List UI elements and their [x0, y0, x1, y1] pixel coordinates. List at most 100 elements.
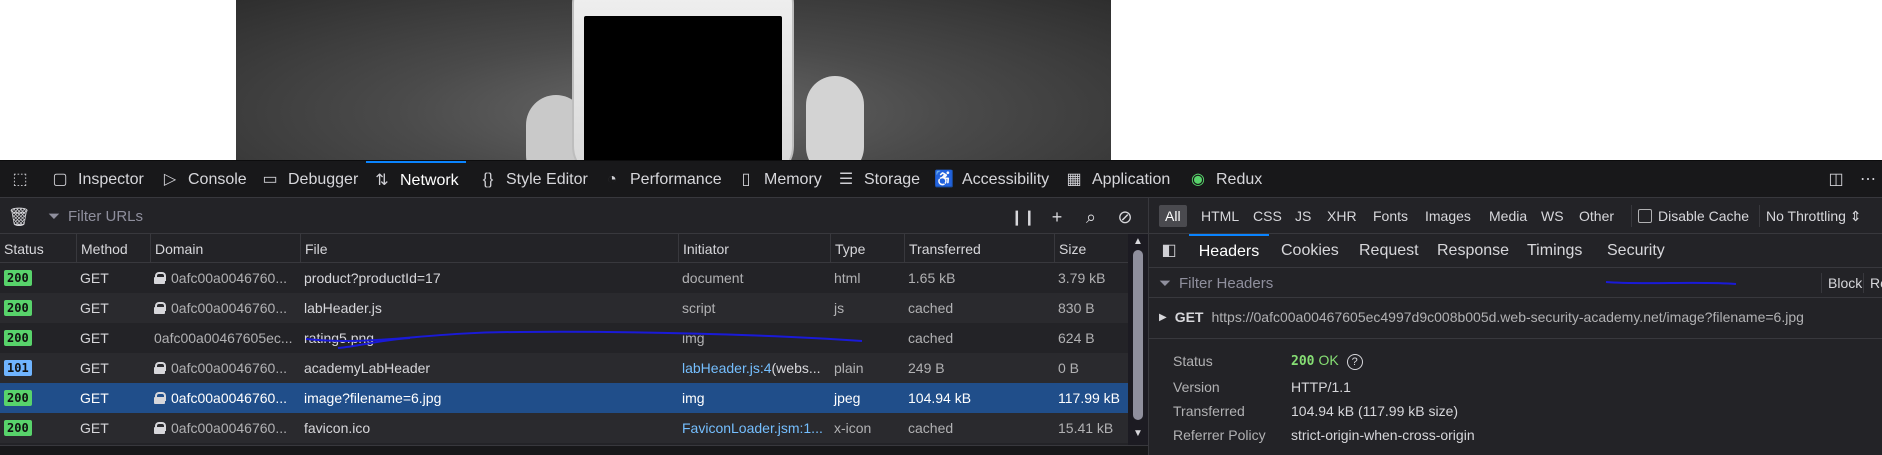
- filter-css[interactable]: CSS: [1247, 205, 1288, 227]
- cell-transferred: cached: [908, 300, 954, 316]
- status-badge: 101: [4, 360, 32, 376]
- filter-html[interactable]: HTML: [1195, 205, 1245, 227]
- lock-icon: [154, 272, 166, 284]
- network-toolbar: 🗑 ⏷ Filter URLs ❙❙ + ⌕ ⊘: [0, 198, 1148, 234]
- element-picker-button[interactable]: ⬚: [4, 161, 36, 199]
- expand-triangle-icon: ▶: [1159, 311, 1167, 323]
- devtools-panel: ⬚ ▢ Inspector ▷ Console ▭ Debugger ⇅ Network…: [0, 160, 1882, 455]
- tab-cookies[interactable]: Cookies: [1277, 234, 1343, 268]
- filter-media[interactable]: Media: [1483, 205, 1533, 227]
- cell-transferred: cached: [908, 330, 954, 346]
- filter-other[interactable]: Other: [1573, 205, 1620, 227]
- table-row[interactable]: 200 GET 0afc00a0046760... favicon.ico Favico…: [0, 413, 1128, 443]
- search-button[interactable]: ⌕: [1080, 206, 1102, 228]
- more-options-button[interactable]: ⋯: [1852, 161, 1882, 199]
- cell-type: x-icon: [834, 420, 872, 436]
- performance-icon: ◔: [607, 171, 617, 188]
- cell-method: GET: [80, 330, 109, 346]
- tab-redux[interactable]: ◉ Redux: [1182, 161, 1268, 199]
- block-request-button[interactable]: Block: [1821, 273, 1868, 293]
- plus-icon: +: [1051, 206, 1063, 227]
- tab-network[interactable]: ⇅ Network: [366, 161, 466, 199]
- scroll-down-icon[interactable]: ▼: [1132, 428, 1144, 440]
- tab-response[interactable]: Response: [1433, 234, 1513, 268]
- panel-toggle-icon: ◧: [1161, 242, 1177, 259]
- scroll-thumb[interactable]: [1133, 250, 1143, 420]
- cell-size: 117.99 kB: [1058, 390, 1121, 406]
- tab-timings[interactable]: Timings: [1523, 234, 1586, 268]
- cell-file: rating5.png: [304, 330, 375, 346]
- dock-side-button[interactable]: ◫: [1820, 161, 1852, 199]
- filter-images[interactable]: Images: [1419, 205, 1477, 227]
- cell-initiator: document: [682, 270, 744, 286]
- filter-urls-input[interactable]: ⏷ Filter URLs: [48, 198, 143, 234]
- cell-type: jpeg: [834, 390, 861, 406]
- filter-xhr[interactable]: XHR: [1321, 205, 1363, 227]
- tab-performance[interactable]: ◔ Performance: [596, 161, 728, 199]
- tab-debugger[interactable]: ▭ Debugger: [254, 161, 364, 199]
- filter-fonts[interactable]: Fonts: [1367, 205, 1414, 227]
- status-badge: 200: [4, 420, 32, 436]
- tab-memory[interactable]: ▯ Memory: [730, 161, 828, 199]
- tab-style-editor[interactable]: {} Style Editor: [472, 161, 594, 199]
- col-method[interactable]: Method: [76, 234, 150, 263]
- scroll-up-icon[interactable]: ▲: [1132, 236, 1144, 248]
- tab-request[interactable]: Request: [1355, 234, 1423, 268]
- tab-security[interactable]: Security: [1603, 234, 1669, 268]
- filter-js[interactable]: JS: [1289, 205, 1317, 227]
- tab-headers[interactable]: Headers: [1189, 234, 1269, 268]
- cell-size: 15.41 kB: [1058, 420, 1114, 436]
- pause-button[interactable]: ❙❙: [1010, 206, 1035, 228]
- tab-application[interactable]: ▦ Application: [1058, 161, 1176, 199]
- cell-type: html: [834, 270, 861, 286]
- filter-icon: ⏷: [48, 207, 61, 225]
- cell-status: 101: [0, 353, 76, 383]
- sidebar-toggle[interactable]: ◧: [1155, 234, 1183, 268]
- request-table: Status Method Domain File Initiator Type…: [0, 234, 1128, 455]
- tab-console[interactable]: ▷ Console: [154, 161, 253, 199]
- throttling-select[interactable]: No Throttling ⇕: [1759, 205, 1868, 227]
- table-row[interactable]: 101 GET 0afc00a0046760... academyLabHeader l…: [0, 353, 1128, 383]
- col-initiator[interactable]: Initiator: [678, 234, 830, 263]
- detail-transferred: Transferred 104.94 kB (117.99 kB size): [1173, 403, 1459, 419]
- cell-domain: 0afc00a0046760...: [150, 413, 300, 443]
- filter-headers-input[interactable]: ⏷ Filter Headers: [1159, 268, 1273, 298]
- col-status[interactable]: Status: [0, 234, 76, 263]
- col-transferred[interactable]: Transferred: [904, 234, 1054, 263]
- request-summary[interactable]: ▶ GET https://0afc00a00467605ec4997d9c00…: [1159, 306, 1804, 328]
- filter-ws[interactable]: WS: [1535, 205, 1570, 227]
- tab-accessibility[interactable]: ♿ Accessibility: [928, 161, 1055, 199]
- col-file[interactable]: File: [300, 234, 678, 263]
- col-size[interactable]: Size: [1054, 234, 1128, 263]
- devtools-toolbar: ⬚ ▢ Inspector ▷ Console ▭ Debugger ⇅ Network…: [0, 160, 1882, 198]
- table-scrollbar[interactable]: ▲ ▼: [1128, 234, 1148, 455]
- cell-domain: 0afc00a0046760...: [150, 293, 300, 323]
- table-row[interactable]: 200 GET 0afc00a0046760... image?filename=6.…: [0, 383, 1128, 413]
- disable-cache-toggle[interactable]: Disable Cache: [1631, 205, 1755, 227]
- cell-type: [830, 323, 904, 353]
- tab-storage[interactable]: ☰ Storage: [830, 161, 926, 199]
- cell-status: 200: [0, 293, 76, 323]
- resend-button[interactable]: Re: [1863, 273, 1882, 293]
- table-row[interactable]: 200 GET 0afc00a0046760... labHeader.js scrip…: [0, 293, 1128, 323]
- trash-icon: 🗑: [7, 206, 31, 227]
- add-request-button[interactable]: +: [1046, 206, 1068, 228]
- lock-icon: [154, 392, 166, 404]
- tab-inspector[interactable]: ▢ Inspector: [44, 161, 150, 199]
- col-domain[interactable]: Domain: [150, 234, 300, 263]
- cell-initiator: img: [682, 330, 705, 346]
- table-row[interactable]: 200 GET 0afc00a0046760... product?productId…: [0, 263, 1128, 293]
- redux-icon: ◉: [1191, 171, 1205, 188]
- help-icon[interactable]: ?: [1346, 354, 1363, 370]
- block-button[interactable]: ⊘: [1114, 206, 1136, 228]
- table-row[interactable]: 200 GET 0afc00a00467605ec... rating5.png img…: [0, 323, 1128, 353]
- console-icon: ▷: [163, 171, 177, 188]
- lock-icon: [154, 362, 166, 374]
- filter-all[interactable]: All: [1159, 205, 1187, 227]
- filter-headers-bar: ⏷ Filter Headers Block Re: [1149, 268, 1882, 298]
- clear-button[interactable]: 🗑: [7, 206, 31, 228]
- cell-file: labHeader.js: [304, 300, 382, 316]
- col-type[interactable]: Type: [830, 234, 904, 263]
- cell-size: 624 B: [1058, 330, 1095, 346]
- cell-status: 200: [0, 323, 76, 353]
